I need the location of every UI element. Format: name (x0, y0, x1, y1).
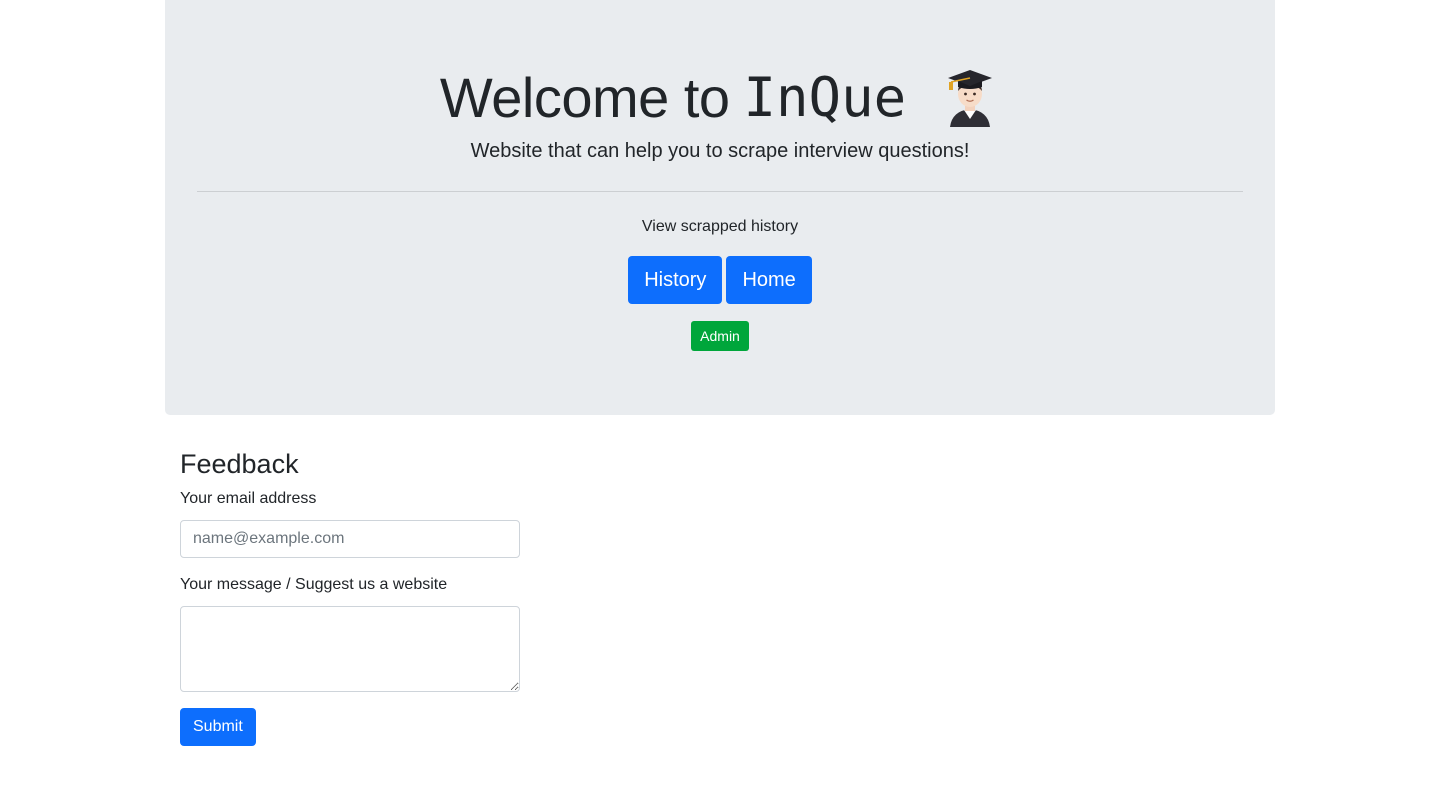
email-field[interactable] (180, 520, 520, 558)
message-label: Your message / Suggest us a website (180, 576, 448, 593)
hero-subtitle: Website that can help you to scrape inte… (470, 140, 970, 162)
email-label: Your email address (180, 490, 317, 507)
history-button[interactable]: History (628, 256, 723, 304)
student-graduate-emoji-icon (948, 70, 993, 127)
hero-divider (197, 191, 1243, 192)
message-field[interactable] (180, 606, 520, 692)
feedback-heading: Feedback (180, 449, 299, 479)
admin-button[interactable]: Admin (691, 321, 749, 351)
brand-name: InQue (743, 65, 907, 129)
hero-section: Welcome to InQue Website that can help y (165, 0, 1275, 415)
hero-button-group: History Home (165, 256, 1275, 304)
history-caption: View scrapped history (641, 218, 799, 235)
submit-button[interactable]: Submit (180, 708, 256, 746)
hero-title-prefix: Welcome to (439, 65, 730, 129)
admin-button-row: Admin (165, 321, 1275, 351)
feedback-form: Feedback Your email address Your message… (180, 445, 520, 746)
home-button[interactable]: Home (726, 256, 812, 304)
hero-title: Welcome to InQue (165, 58, 1275, 136)
